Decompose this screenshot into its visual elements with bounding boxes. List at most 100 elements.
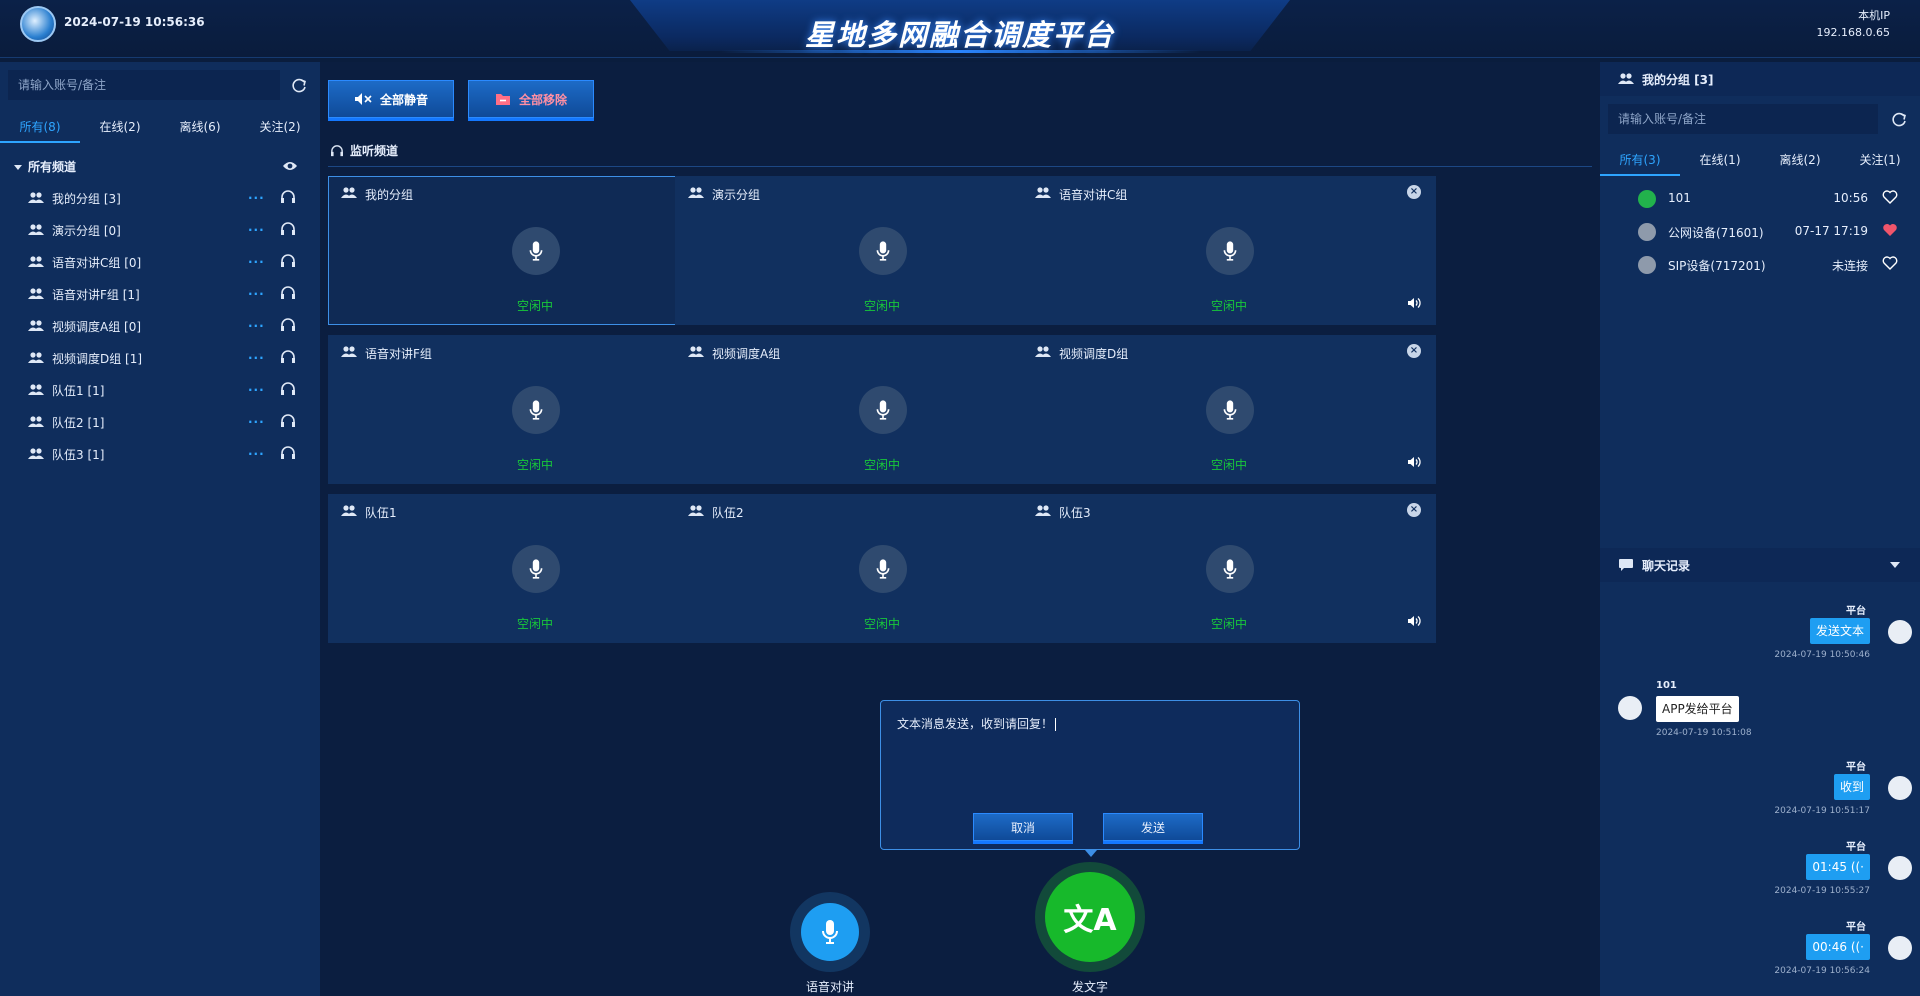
message-bubble[interactable]: 发送文本 bbox=[1809, 618, 1870, 644]
channel-card[interactable]: 队伍3 × 空闲中 bbox=[1022, 494, 1436, 643]
headphones-icon[interactable] bbox=[280, 414, 296, 428]
send-text-label: 发文字 bbox=[1071, 980, 1108, 994]
member-row[interactable]: 101 10:56 bbox=[1600, 182, 1920, 215]
more-icon[interactable]: ··· bbox=[248, 447, 265, 461]
member-name: 公网设备(71601) bbox=[1668, 226, 1764, 240]
message-bubble[interactable]: 收到 bbox=[1833, 774, 1870, 800]
group-item[interactable]: 视频调度D组 [1] ··· bbox=[0, 342, 320, 374]
channel-card[interactable]: 视频调度D组 × 空闲中 bbox=[1022, 335, 1436, 484]
voice-message-bubble[interactable]: 00:46 ((· bbox=[1806, 934, 1870, 960]
users-icon bbox=[688, 187, 704, 199]
group-item[interactable]: 我的分组 [3] ··· bbox=[0, 182, 320, 214]
microphone-icon[interactable] bbox=[1206, 227, 1254, 275]
headphones-icon[interactable] bbox=[280, 222, 296, 236]
voice-duration: 00:46 bbox=[1812, 940, 1847, 954]
message-time: 2024-07-19 10:51:08 bbox=[1656, 728, 1752, 738]
more-icon[interactable]: ··· bbox=[248, 383, 265, 397]
message-bubble[interactable]: APP发给平台 bbox=[1656, 696, 1739, 722]
microphone-icon[interactable] bbox=[859, 227, 907, 275]
mute-all-button[interactable]: 全部静音 bbox=[328, 80, 454, 118]
microphone-icon[interactable] bbox=[1206, 545, 1254, 593]
group-item[interactable]: 队伍1 [1] ··· bbox=[0, 374, 320, 406]
microphone-icon[interactable] bbox=[512, 545, 560, 593]
microphone-icon[interactable] bbox=[512, 386, 560, 434]
heart-outline-icon[interactable] bbox=[1882, 256, 1898, 270]
remove-all-button[interactable]: 全部移除 bbox=[468, 80, 594, 118]
headphones-icon bbox=[330, 144, 344, 157]
more-icon[interactable]: ··· bbox=[248, 415, 265, 429]
channel-group-toggle[interactable]: 所有频道 bbox=[14, 158, 76, 175]
voice-intercom-button[interactable] bbox=[790, 892, 870, 972]
speaker-icon[interactable] bbox=[1407, 456, 1421, 468]
more-icon[interactable]: ··· bbox=[248, 351, 265, 365]
member-search-input[interactable]: 请输入账号/备注 bbox=[1608, 104, 1878, 134]
speaker-icon[interactable] bbox=[1407, 615, 1421, 627]
headphones-icon[interactable] bbox=[280, 190, 296, 204]
group-item[interactable]: 语音对讲F组 [1] ··· bbox=[0, 278, 320, 310]
headphones-icon[interactable] bbox=[280, 286, 296, 300]
heart-filled-icon[interactable] bbox=[1882, 223, 1898, 237]
chat-header[interactable]: 聊天记录 bbox=[1600, 548, 1920, 582]
headphones-icon[interactable] bbox=[280, 350, 296, 364]
send-text-button[interactable]: 文A bbox=[1035, 862, 1145, 972]
refresh-icon[interactable] bbox=[290, 77, 308, 95]
group-item[interactable]: 队伍3 [1] ··· bbox=[0, 438, 320, 470]
more-icon[interactable]: ··· bbox=[248, 223, 265, 237]
tab-online[interactable]: 在线(2) bbox=[80, 118, 160, 143]
tab-offline[interactable]: 离线(6) bbox=[160, 118, 240, 143]
caret-down-icon[interactable] bbox=[1890, 561, 1900, 569]
tab-all[interactable]: 所有(3) bbox=[1600, 151, 1680, 176]
member-row[interactable]: 公网设备(71601) 07-17 17:19 bbox=[1600, 215, 1920, 248]
channel-card[interactable]: 语音对讲C组 × 空闲中 bbox=[1022, 176, 1436, 325]
monitor-title: 监听频道 bbox=[330, 142, 398, 159]
close-icon[interactable]: × bbox=[1407, 503, 1421, 517]
group-title: 所有频道 bbox=[28, 160, 77, 174]
headphones-icon[interactable] bbox=[280, 318, 296, 332]
microphone-icon[interactable] bbox=[1206, 386, 1254, 434]
microphone-icon[interactable] bbox=[859, 386, 907, 434]
speaker-muted-icon bbox=[354, 92, 372, 106]
search-input[interactable]: 请输入账号/备注 bbox=[8, 70, 280, 100]
member-time: 07-17 17:19 bbox=[1794, 224, 1868, 238]
left-tabs: 所有(8) 在线(2) 离线(6) 关注(2) bbox=[0, 118, 320, 143]
group-item[interactable]: 语音对讲C组 [0] ··· bbox=[0, 246, 320, 278]
refresh-icon[interactable] bbox=[1890, 111, 1908, 129]
group-item[interactable]: 视频调度A组 [0] ··· bbox=[0, 310, 320, 342]
headphones-icon[interactable] bbox=[280, 254, 296, 268]
member-row[interactable]: SIP设备(717201) 未连接 bbox=[1600, 248, 1920, 281]
headphones-icon[interactable] bbox=[280, 382, 296, 396]
folder-remove-icon bbox=[495, 92, 511, 106]
group-name: 语音对讲C组 [0] bbox=[52, 255, 142, 270]
close-icon[interactable]: × bbox=[1407, 185, 1421, 199]
close-icon[interactable]: × bbox=[1407, 344, 1421, 358]
channel-name: 我的分组 bbox=[365, 188, 414, 202]
eye-icon[interactable] bbox=[282, 160, 298, 172]
more-icon[interactable]: ··· bbox=[248, 287, 265, 301]
headphones-icon[interactable] bbox=[280, 446, 296, 460]
tab-offline[interactable]: 离线(2) bbox=[1760, 151, 1840, 176]
users-icon bbox=[28, 320, 44, 332]
logo bbox=[20, 6, 56, 42]
heart-outline-icon[interactable] bbox=[1882, 190, 1898, 204]
more-icon[interactable]: ··· bbox=[248, 191, 265, 205]
message-textarea[interactable]: 文本消息发送，收到请回复！ bbox=[897, 715, 1057, 732]
tab-all[interactable]: 所有(8) bbox=[0, 118, 80, 143]
users-icon bbox=[1618, 73, 1634, 85]
voice-message-bubble[interactable]: 01:45 ((· bbox=[1806, 854, 1870, 880]
channel-name: 视频调度A组 bbox=[712, 347, 781, 361]
cancel-button[interactable]: 取消 bbox=[973, 813, 1073, 841]
tab-follow[interactable]: 关注(1) bbox=[1840, 151, 1920, 176]
users-icon bbox=[688, 505, 704, 517]
microphone-icon[interactable] bbox=[859, 545, 907, 593]
users-icon bbox=[1035, 346, 1051, 358]
group-item[interactable]: 演示分组 [0] ··· bbox=[0, 214, 320, 246]
send-button[interactable]: 发送 bbox=[1103, 813, 1203, 841]
speaker-icon[interactable] bbox=[1407, 297, 1421, 309]
tab-online[interactable]: 在线(1) bbox=[1680, 151, 1760, 176]
ip-label: 本机IP bbox=[1858, 9, 1890, 22]
tab-follow[interactable]: 关注(2) bbox=[240, 118, 320, 143]
microphone-icon[interactable] bbox=[512, 227, 560, 275]
more-icon[interactable]: ··· bbox=[248, 319, 265, 333]
group-item[interactable]: 队伍2 [1] ··· bbox=[0, 406, 320, 438]
more-icon[interactable]: ··· bbox=[248, 255, 265, 269]
